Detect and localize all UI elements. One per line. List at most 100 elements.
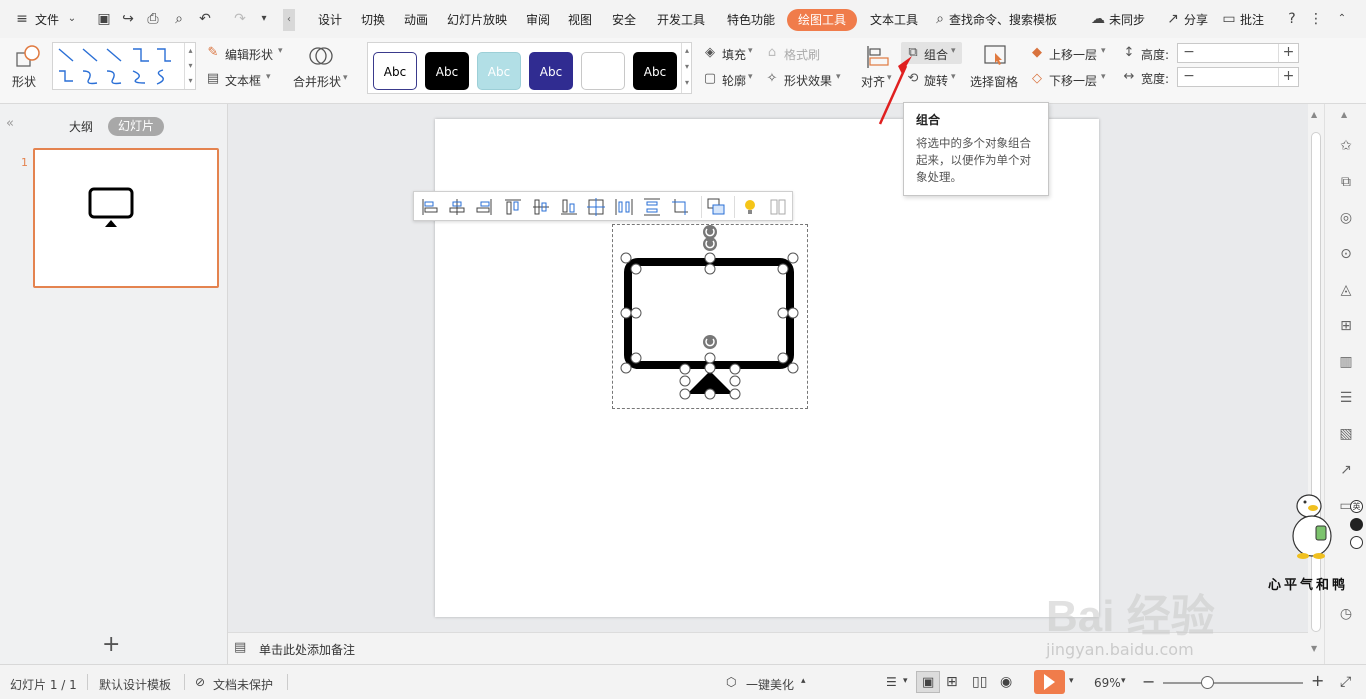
- align-top-icon[interactable]: [504, 198, 522, 216]
- speaker-icon[interactable]: [1350, 536, 1363, 549]
- height-spinner[interactable]: − +: [1177, 43, 1299, 63]
- tab-transition[interactable]: 切换: [361, 11, 385, 28]
- edit-shape-button[interactable]: 编辑形状: [225, 46, 273, 63]
- textbox-button[interactable]: 文本框: [225, 72, 261, 89]
- file-menu[interactable]: 文件: [35, 11, 59, 28]
- settings-sliders-icon[interactable]: ☰: [1336, 388, 1356, 408]
- notes-placeholder[interactable]: 单击此处添加备注: [259, 641, 355, 658]
- preview-icon[interactable]: ⌕: [171, 11, 187, 27]
- zoom-level[interactable]: 69%: [1094, 676, 1121, 690]
- search-command[interactable]: 查找命令、搜索模板: [949, 11, 1057, 28]
- increase-width-button[interactable]: +: [1278, 68, 1298, 86]
- zoom-slider-handle[interactable]: [1201, 676, 1214, 689]
- shape-panel-icon[interactable]: ◎: [1336, 208, 1356, 228]
- line-gallery[interactable]: ▴ ▾ ▾: [52, 42, 196, 90]
- tab-outline[interactable]: 大纲: [69, 118, 93, 135]
- tab-view[interactable]: 视图: [568, 11, 592, 28]
- location-icon[interactable]: ⊙: [1336, 244, 1356, 264]
- notes-view-icon[interactable]: ☰: [886, 675, 897, 689]
- customize-icon[interactable]: ▾: [256, 11, 272, 27]
- collapse-tabs-icon[interactable]: ‹: [283, 9, 295, 31]
- share-button[interactable]: 分享: [1184, 11, 1208, 28]
- chevron-down-icon[interactable]: ▾: [748, 72, 753, 82]
- zoom-out-button[interactable]: −: [1142, 672, 1155, 691]
- increase-height-button[interactable]: +: [1278, 44, 1298, 62]
- collapse-ribbon-icon[interactable]: ⌃: [1334, 11, 1350, 27]
- crop-icon[interactable]: [671, 198, 689, 216]
- play-button[interactable]: [1034, 670, 1065, 694]
- tab-slideshow[interactable]: 幻灯片放映: [447, 11, 507, 28]
- tab-design[interactable]: 设计: [318, 11, 342, 28]
- image-icon[interactable]: ▧: [1336, 424, 1356, 444]
- lang-badge-icon[interactable]: 英: [1350, 500, 1363, 513]
- chart-icon[interactable]: ▥: [1336, 352, 1356, 372]
- style-swatch[interactable]: Abc: [373, 52, 417, 90]
- rotate-button[interactable]: 旋转: [924, 72, 948, 89]
- export-icon[interactable]: ↗: [1336, 460, 1356, 480]
- presenter-view-icon[interactable]: ◉: [1000, 674, 1012, 690]
- redo-icon[interactable]: ↷: [232, 11, 248, 27]
- shape-style-gallery[interactable]: Abc Abc Abc Abc Abc ▴ ▾ ▾: [367, 42, 692, 94]
- scroll-down-icon[interactable]: ▼: [1311, 644, 1317, 653]
- chevron-down-icon[interactable]: ▾: [1101, 72, 1106, 82]
- shape-effect-button[interactable]: 形状效果: [784, 72, 832, 89]
- style-swatch[interactable]: [581, 52, 625, 90]
- style-swatch[interactable]: Abc: [477, 52, 521, 90]
- slide-thumbnail[interactable]: [33, 148, 219, 288]
- scroll-up-icon[interactable]: ▲: [1311, 110, 1317, 119]
- chevron-down-icon[interactable]: ▾: [1121, 676, 1126, 686]
- tab-animation[interactable]: 动画: [404, 11, 428, 28]
- distribute-vertical-icon[interactable]: [643, 198, 661, 216]
- cloud-sync-icon[interactable]: ☁: [1090, 11, 1106, 27]
- bring-forward-button[interactable]: 上移一层: [1049, 46, 1097, 63]
- tab-security[interactable]: 安全: [612, 11, 636, 28]
- sync-status[interactable]: 未同步: [1109, 11, 1145, 28]
- distribute-horizontal-icon[interactable]: [615, 198, 633, 216]
- chevron-down-icon[interactable]: ⌄: [64, 11, 80, 27]
- chevron-up-icon[interactable]: ▴: [801, 676, 806, 686]
- chevron-down-icon[interactable]: ▾: [278, 46, 283, 56]
- tab-review[interactable]: 审阅: [526, 11, 550, 28]
- zoom-slider[interactable]: [1163, 682, 1303, 684]
- group-objects-icon[interactable]: [707, 198, 725, 216]
- send-backward-button[interactable]: 下移一层: [1049, 72, 1097, 89]
- history-icon[interactable]: ◷: [1336, 604, 1356, 624]
- chevron-down-icon[interactable]: ▾: [266, 72, 271, 82]
- lightbulb-icon[interactable]: [741, 198, 759, 216]
- chevron-down-icon[interactable]: ▾: [903, 676, 908, 686]
- protection-status[interactable]: 文档未保护: [213, 676, 273, 693]
- fill-button[interactable]: 填充: [722, 46, 746, 63]
- chevron-down-icon[interactable]: ▾: [1069, 676, 1074, 686]
- style-swatch[interactable]: Abc: [425, 52, 469, 90]
- slide-sorter-icon[interactable]: ⊞: [946, 674, 958, 690]
- grid-icon[interactable]: ⊞: [1336, 316, 1356, 336]
- normal-view-button[interactable]: ▣: [916, 671, 940, 693]
- align-right-icon[interactable]: [475, 198, 493, 216]
- shape-label[interactable]: 形状: [12, 73, 36, 90]
- chevron-down-icon[interactable]: ▾: [343, 73, 348, 83]
- undo-icon[interactable]: ↶: [197, 11, 213, 27]
- selection-pane-label[interactable]: 选择窗格: [970, 73, 1018, 90]
- chevron-down-icon[interactable]: ▾: [1101, 46, 1106, 56]
- width-spinner[interactable]: − +: [1177, 67, 1299, 87]
- shape-button[interactable]: [14, 43, 42, 71]
- layers-icon[interactable]: ◬: [1336, 280, 1356, 300]
- gallery-scroll-icon[interactable]: ▴ ▾ ▾: [184, 43, 196, 89]
- format-brush-button[interactable]: 格式刷: [784, 46, 820, 63]
- search-icon[interactable]: ⌕: [932, 11, 948, 27]
- tab-developer[interactable]: 开发工具: [657, 11, 705, 28]
- selection-pane-button[interactable]: [983, 44, 1009, 68]
- align-center-icon[interactable]: [448, 198, 466, 216]
- moon-icon[interactable]: [1350, 518, 1363, 531]
- zoom-in-button[interactable]: +: [1311, 671, 1324, 690]
- gallery-scroll-icon[interactable]: ▴ ▾ ▾: [681, 43, 692, 93]
- add-slide-button[interactable]: +: [102, 632, 120, 657]
- share-icon[interactable]: ↗: [1165, 11, 1181, 27]
- outline-button[interactable]: 轮廓: [722, 72, 746, 89]
- merge-shape-button[interactable]: [308, 43, 334, 69]
- align-left-icon[interactable]: [421, 198, 439, 216]
- decrease-height-button[interactable]: −: [1179, 44, 1199, 62]
- chevron-down-icon[interactable]: ▾: [836, 72, 841, 82]
- comment-icon[interactable]: ▭: [1221, 11, 1237, 27]
- print-icon[interactable]: ⎙: [145, 11, 161, 27]
